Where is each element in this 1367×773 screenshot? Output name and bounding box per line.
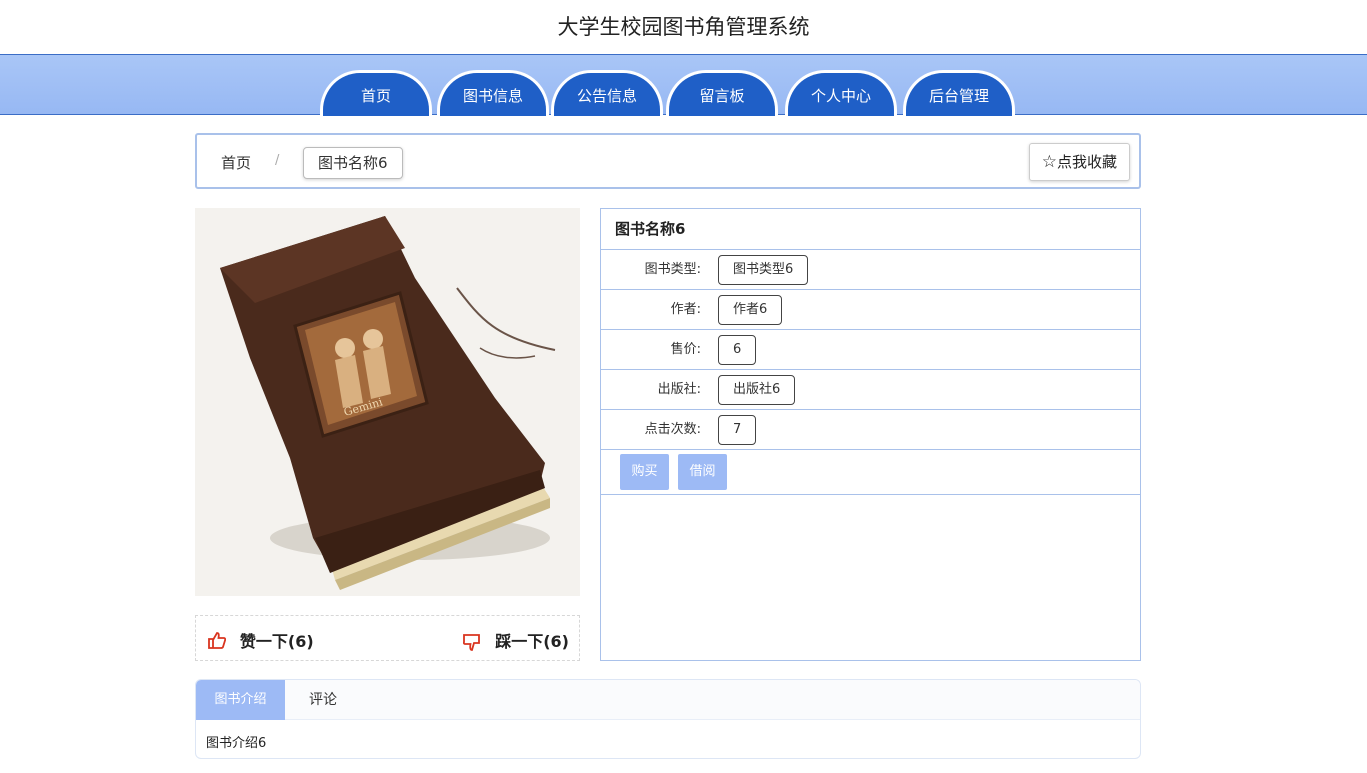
tab-comments[interactable]: 评论: [285, 680, 361, 720]
nav-tab-books[interactable]: 图书信息: [437, 70, 549, 116]
tab-content: 图书介绍6: [206, 736, 267, 751]
tabs-header: 图书介绍 评论: [196, 680, 1140, 720]
info-value-clicks: 7: [718, 415, 757, 445]
info-row-price: 售价: 6: [601, 330, 1140, 370]
info-value-publisher: 出版社6: [718, 375, 796, 405]
action-row: 购买 借阅: [601, 450, 1140, 495]
breadcrumb-separator: /: [275, 153, 280, 168]
book-name: 图书名称6: [601, 209, 1140, 250]
nav-tab-notices[interactable]: 公告信息: [551, 70, 663, 116]
favorite-button[interactable]: ☆点我收藏: [1028, 143, 1130, 181]
star-outline-icon: ☆: [1041, 152, 1057, 172]
tab-introduction[interactable]: 图书介绍: [196, 680, 285, 720]
detail-tabs: 图书介绍 评论 图书介绍6: [195, 679, 1141, 759]
nav-tab-home[interactable]: 首页: [320, 70, 432, 116]
info-label: 出版社:: [657, 382, 701, 397]
nav-tab-messages[interactable]: 留言板: [666, 70, 778, 116]
info-label: 作者:: [670, 302, 701, 317]
dislike-label: 踩一下(6): [495, 632, 569, 651]
breadcrumb-current: 图书名称6: [303, 147, 403, 179]
thumbs-down-icon: [463, 632, 487, 652]
site-title: 大学生校园图书角管理系统: [557, 15, 810, 39]
book-cover-image: Gemini: [195, 208, 580, 596]
nav-tab-admin[interactable]: 后台管理: [903, 70, 1015, 116]
info-label: 图书类型:: [644, 262, 701, 277]
vote-box: 赞一下(6) 踩一下(6): [195, 615, 580, 661]
info-label: 售价:: [670, 342, 701, 357]
borrow-button[interactable]: 借阅: [678, 454, 727, 490]
buy-button[interactable]: 购买: [620, 454, 669, 490]
breadcrumb-home[interactable]: 首页: [221, 152, 251, 173]
info-row-clicks: 点击次数: 7: [601, 410, 1140, 450]
breadcrumb: 首页 / 图书名称6 ☆点我收藏: [195, 133, 1141, 189]
info-row-publisher: 出版社: 出版社6: [601, 370, 1140, 410]
info-row-type: 图书类型: 图书类型6: [601, 250, 1140, 290]
main-navbar: 首页 图书信息 公告信息 留言板 个人中心 后台管理: [0, 54, 1367, 116]
info-label: 点击次数:: [644, 422, 701, 437]
book-illustration: Gemini: [220, 216, 556, 590]
info-row-author: 作者: 作者6: [601, 290, 1140, 330]
like-button[interactable]: 赞一下(6): [208, 628, 314, 652]
thumbs-up-icon: [208, 632, 232, 652]
dislike-button[interactable]: 踩一下(6): [463, 628, 569, 652]
info-value-type: 图书类型6: [718, 255, 809, 285]
like-label: 赞一下(6): [239, 632, 314, 651]
info-value-author: 作者6: [718, 295, 783, 325]
info-value-price: 6: [718, 335, 757, 365]
nav-tab-profile[interactable]: 个人中心: [785, 70, 897, 116]
favorite-button-label: 点我收藏: [1056, 153, 1117, 171]
book-info-panel: 图书名称6 图书类型: 图书类型6 作者: 作者6 售价: 6 出版社: 出版社…: [600, 208, 1141, 661]
